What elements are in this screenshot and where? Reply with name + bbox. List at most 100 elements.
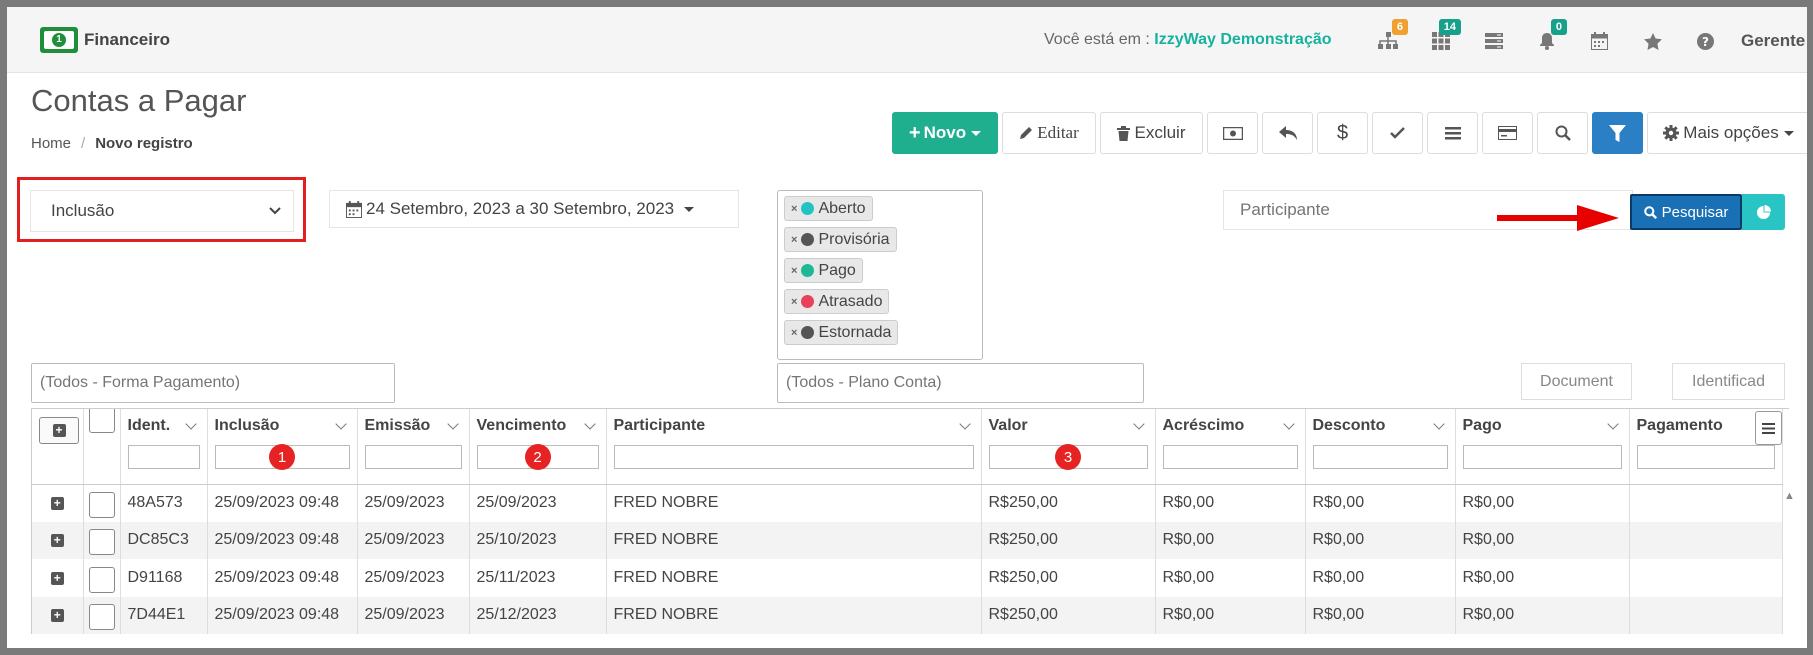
col-desconto[interactable]: Desconto bbox=[1305, 409, 1456, 485]
status-tag[interactable]: × Atrasado bbox=[784, 289, 890, 314]
date-range-picker[interactable]: 24 Setembro, 2023 a 30 Setembro, 2023 bbox=[329, 190, 739, 228]
chevron-down-icon[interactable] bbox=[184, 418, 197, 430]
hamburger-icon bbox=[1761, 422, 1775, 434]
remove-icon[interactable]: × bbox=[791, 296, 797, 308]
chevron-down-icon[interactable] bbox=[446, 418, 459, 430]
dollar-button[interactable]: $ bbox=[1317, 112, 1368, 154]
chart-button[interactable] bbox=[1742, 194, 1785, 230]
chevron-down-icon[interactable] bbox=[583, 418, 596, 430]
row-checkbox[interactable] bbox=[88, 604, 115, 631]
table-row[interactable]: + D91168 25/09/2023 09:48 25/09/2023 25/11/2… bbox=[32, 559, 1783, 597]
participante-filter-input[interactable] bbox=[613, 445, 974, 469]
chevron-down-icon[interactable] bbox=[1606, 418, 1619, 430]
col-ident[interactable]: Ident. bbox=[120, 409, 208, 485]
card-button[interactable] bbox=[1482, 112, 1533, 154]
delete-button[interactable]: Excluir bbox=[1100, 112, 1203, 154]
reply-button[interactable] bbox=[1262, 112, 1313, 154]
help-button[interactable]: ? bbox=[1679, 21, 1732, 61]
search-submit-button[interactable]: Pesquisar bbox=[1630, 194, 1742, 230]
cell-pago: R$0,00 bbox=[1455, 521, 1630, 559]
breadcrumb-home[interactable]: Home bbox=[31, 135, 71, 152]
col-acrescimo[interactable]: Acréscimo bbox=[1155, 409, 1306, 485]
status-multiselect[interactable]: × Aberto × Provisória × Pago × Atrasado × Estorna… bbox=[777, 190, 983, 360]
row-checkbox[interactable] bbox=[88, 566, 115, 593]
filter-button[interactable] bbox=[1592, 112, 1643, 154]
chevron-down-icon[interactable] bbox=[334, 418, 347, 430]
edit-button[interactable]: Editar bbox=[1002, 112, 1096, 154]
row-checkbox[interactable] bbox=[88, 492, 115, 518]
server-button[interactable] bbox=[1467, 21, 1520, 61]
select-cell bbox=[83, 521, 121, 559]
cell-pago: R$0,00 bbox=[1455, 596, 1630, 634]
apps-button[interactable]: 14 bbox=[1414, 19, 1467, 61]
list-button[interactable] bbox=[1427, 112, 1478, 154]
table-row[interactable]: +7D44E1 25/09/2023 09:48 25/09/2023 25/12/2… bbox=[32, 596, 1783, 634]
pago-filter-input[interactable] bbox=[1462, 445, 1622, 469]
date-type-select[interactable]: Inclusão bbox=[30, 190, 294, 232]
company-link[interactable]: IzzyWay Demonstração bbox=[1154, 31, 1331, 48]
col-pagamento[interactable]: Pagamento bbox=[1629, 409, 1783, 485]
cell-pago: R$0,00 bbox=[1455, 559, 1630, 597]
table-row[interactable]: +48A573 25/09/2023 09:48 25/09/2023 25/09/2… bbox=[32, 484, 1783, 522]
remove-icon[interactable]: × bbox=[791, 265, 797, 277]
favorites-button[interactable] bbox=[1626, 21, 1679, 61]
remove-icon[interactable]: × bbox=[791, 234, 797, 246]
column-menu-button[interactable] bbox=[1754, 411, 1781, 445]
cell-pago: R$0,00 bbox=[1455, 484, 1630, 522]
chevron-down-icon[interactable] bbox=[1282, 418, 1295, 430]
account-plan-filter[interactable] bbox=[777, 363, 1144, 403]
check-button[interactable] bbox=[1372, 112, 1423, 154]
col-inclusao-label: Inclusão bbox=[214, 417, 280, 434]
status-tag[interactable]: × Aberto bbox=[784, 196, 873, 221]
brand[interactable]: 1 Financeiro bbox=[40, 27, 170, 53]
remove-icon[interactable]: × bbox=[791, 327, 797, 339]
notifications-button[interactable]: 0 bbox=[1520, 19, 1573, 61]
col-ident-label: Ident. bbox=[127, 417, 171, 434]
user-menu[interactable]: Gerente bbox=[1741, 31, 1805, 51]
plus-square-icon[interactable]: + bbox=[50, 609, 64, 623]
select-cell bbox=[83, 559, 121, 597]
new-button[interactable]: + Novo bbox=[892, 112, 998, 154]
status-tag[interactable]: × Pago bbox=[784, 258, 863, 283]
status-tag[interactable]: × Provisória bbox=[784, 227, 897, 252]
search-button[interactable] bbox=[1537, 112, 1588, 154]
money-button[interactable] bbox=[1207, 112, 1258, 154]
more-options-button[interactable]: Mais opções bbox=[1647, 112, 1807, 154]
select-all-checkbox[interactable] bbox=[88, 409, 115, 433]
payment-method-filter[interactable] bbox=[31, 363, 395, 403]
plus-square-icon[interactable]: + bbox=[50, 571, 64, 585]
identifier-filter-button[interactable]: Identificad bbox=[1672, 363, 1785, 400]
valor-filter-input[interactable]: 3 bbox=[988, 444, 1148, 470]
check-icon bbox=[1390, 127, 1405, 139]
chevron-down-icon[interactable] bbox=[1432, 418, 1445, 430]
status-tag[interactable]: × Estornada bbox=[784, 320, 899, 345]
col-vencimento[interactable]: Vencimento 2 bbox=[469, 409, 607, 485]
calendar-button[interactable] bbox=[1573, 21, 1626, 61]
inclusao-filter-input[interactable]: 1 bbox=[214, 444, 350, 470]
acrescimo-filter-input[interactable] bbox=[1162, 445, 1298, 469]
col-participante[interactable]: Participante bbox=[606, 409, 982, 485]
breadcrumb-separator: / bbox=[81, 135, 86, 152]
row-checkbox[interactable] bbox=[88, 529, 115, 556]
col-pago[interactable]: Pago bbox=[1455, 409, 1630, 485]
col-emissao[interactable]: Emissão bbox=[357, 409, 470, 485]
plus-square-icon[interactable]: + bbox=[50, 534, 64, 548]
dollar-icon: $ bbox=[1336, 121, 1349, 144]
sitemap-button[interactable]: 6 bbox=[1361, 19, 1414, 61]
vencimento-filter-input[interactable]: 2 bbox=[476, 444, 599, 470]
ident-filter-input[interactable] bbox=[127, 445, 200, 469]
chevron-down-icon[interactable] bbox=[958, 418, 971, 430]
remove-icon[interactable]: × bbox=[791, 203, 797, 215]
scroll-up-arrow[interactable]: ▲ bbox=[1784, 490, 1795, 502]
expand-all-button[interactable]: + bbox=[39, 417, 79, 444]
plus-square-icon[interactable]: + bbox=[50, 497, 64, 510]
pagamento-filter-input[interactable] bbox=[1636, 445, 1775, 469]
chevron-down-icon[interactable] bbox=[1132, 418, 1145, 430]
desconto-filter-input[interactable] bbox=[1312, 445, 1448, 469]
table-row[interactable]: + DC85C3 25/09/2023 09:48 25/09/2023 25/10/2… bbox=[32, 521, 1783, 559]
col-inclusao[interactable]: Inclusão 1 bbox=[207, 409, 358, 485]
col-valor[interactable]: Valor 3 bbox=[981, 409, 1156, 485]
document-filter-button[interactable]: Document bbox=[1521, 363, 1632, 400]
emissao-filter-input[interactable] bbox=[364, 445, 462, 469]
col-valor-label: Valor bbox=[988, 417, 1028, 434]
